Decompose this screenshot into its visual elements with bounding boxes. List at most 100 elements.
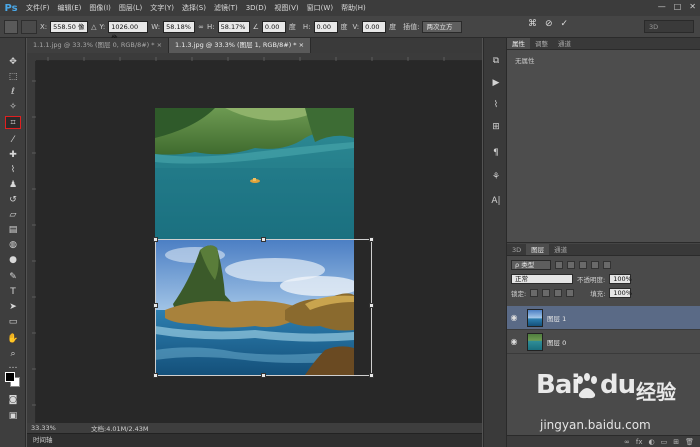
tab-adjustments[interactable]: 调整 — [530, 38, 553, 49]
menu-3d[interactable]: 3D(D) — [242, 4, 271, 12]
eyedropper-tool-icon[interactable]: ⁄ — [5, 134, 21, 147]
pen-tool-icon[interactable]: ✎ — [5, 271, 21, 284]
lake-photo-layer[interactable] — [155, 108, 354, 240]
interpolation-select[interactable]: 两次立方 — [422, 20, 463, 33]
crop-tool-icon[interactable]: ⌗ — [5, 116, 21, 129]
tab-channels-top[interactable]: 通道 — [553, 38, 576, 49]
layer-filter-select[interactable]: ρ 类型 — [511, 260, 551, 270]
marquee-tool-icon[interactable]: ⬚ — [5, 71, 21, 84]
w-input[interactable]: 58.18% — [163, 20, 196, 33]
blend-mode-select[interactable]: 正常 — [511, 274, 573, 284]
layer-row-0[interactable]: ◉ 图层 0 — [507, 330, 700, 354]
eraser-tool-icon[interactable]: ▱ — [5, 209, 21, 222]
filter-adjustment-icon[interactable] — [567, 261, 575, 269]
filter-shape-icon[interactable] — [591, 261, 599, 269]
menu-edit[interactable]: 编辑(E) — [54, 3, 86, 13]
transform-handle-top-center[interactable] — [261, 237, 266, 242]
tool-presets-icon[interactable]: ⊞ — [489, 120, 503, 134]
path-selection-tool-icon[interactable]: ➤ — [5, 301, 21, 314]
close-button[interactable]: ✕ — [689, 2, 696, 11]
lock-all-icon[interactable] — [566, 289, 575, 297]
menu-file[interactable]: 文件(F) — [22, 3, 54, 13]
lock-image-icon[interactable] — [542, 289, 551, 297]
character-panel-icon[interactable]: A| — [489, 194, 503, 208]
angle-input[interactable]: 0.00 — [261, 20, 286, 33]
timeline-panel[interactable]: 时间轴 — [27, 433, 482, 447]
vskew-input[interactable]: 0.00 — [362, 20, 387, 33]
move-tool-icon[interactable]: ✥ — [5, 56, 21, 69]
menu-type[interactable]: 文字(Y) — [146, 3, 178, 13]
hand-tool-icon[interactable]: ✋ — [5, 333, 21, 346]
layer-name[interactable]: 图层 1 — [547, 313, 566, 323]
transform-tool-icon[interactable] — [4, 19, 18, 34]
layer-row-1[interactable]: ◉ 图层 1 — [507, 306, 700, 330]
h-input[interactable]: 58.17% — [217, 20, 250, 33]
tab-properties[interactable]: 属性 — [507, 38, 530, 49]
fill-input[interactable]: 100% — [609, 288, 632, 298]
brush-presets-icon[interactable]: ⌇ — [489, 98, 503, 112]
history-brush-tool-icon[interactable]: ↺ — [5, 194, 21, 207]
horizontal-ruler[interactable] — [36, 53, 482, 61]
tab-document-1[interactable]: 1.1.1.jpg @ 33.3% (图层 0, RGB/8#) * × — [27, 38, 170, 53]
menu-view[interactable]: 视图(V) — [270, 3, 302, 13]
tab-channels[interactable]: 通道 — [549, 244, 572, 255]
hskew-input[interactable]: 0.00 — [313, 20, 338, 33]
menu-select[interactable]: 选择(S) — [178, 3, 210, 13]
vertical-ruler[interactable] — [27, 61, 36, 423]
free-transform-bounding-box[interactable] — [153, 237, 374, 378]
x-input[interactable]: 558.50 像 — [50, 20, 89, 33]
eye-icon[interactable]: ◉ — [507, 313, 521, 322]
tab-document-2[interactable]: 1.1.3.jpg @ 33.3% (图层 1, RGB/8#) * × — [169, 38, 312, 53]
foreground-color-swatch[interactable] — [5, 372, 15, 382]
dodge-tool-icon[interactable]: ● — [5, 254, 21, 267]
gradient-tool-icon[interactable]: ▤ — [5, 224, 21, 237]
zoom-level[interactable]: 33.33% — [27, 424, 79, 432]
workspace-select[interactable]: 3D — [644, 20, 694, 33]
magic-wand-tool-icon[interactable]: ✧ — [5, 101, 21, 114]
menu-image[interactable]: 图像(I) — [85, 3, 115, 13]
y-input[interactable]: 1026.00 像 — [108, 20, 149, 42]
type-tool-icon[interactable]: T — [5, 286, 21, 299]
transform-handle-bottom-center[interactable] — [261, 373, 266, 378]
menu-window[interactable]: 窗口(W) — [303, 3, 337, 13]
link-icon[interactable]: ∞ — [198, 23, 204, 31]
reference-point-icon[interactable] — [21, 19, 37, 34]
clone-source-icon[interactable]: ⚘ — [489, 170, 503, 184]
healing-tool-icon[interactable]: ✚ — [5, 149, 21, 162]
tab-3d[interactable]: 3D — [507, 244, 526, 255]
stamp-tool-icon[interactable]: ♟ — [5, 179, 21, 192]
filter-pixel-icon[interactable] — [555, 261, 563, 269]
warp-icon[interactable]: ⌘ — [528, 19, 537, 29]
fill-label: 填充: — [590, 290, 606, 298]
lasso-tool-icon[interactable]: ℓ — [5, 86, 21, 99]
menu-filter[interactable]: 滤镜(T) — [210, 3, 242, 13]
layer-name[interactable]: 图层 0 — [547, 337, 566, 347]
menu-help[interactable]: 帮助(H) — [337, 3, 370, 13]
actions-panel-icon[interactable]: ▶ — [489, 76, 503, 90]
maximize-button[interactable]: □ — [674, 2, 682, 11]
tab-layers[interactable]: 图层 — [526, 244, 550, 255]
history-panel-icon[interactable]: ⧉ — [489, 54, 503, 68]
blur-tool-icon[interactable]: ◍ — [5, 239, 21, 252]
lock-transparent-icon[interactable] — [530, 289, 539, 297]
cancel-transform-icon[interactable]: ⊘ — [545, 19, 553, 29]
filter-smart-icon[interactable] — [603, 261, 611, 269]
commit-transform-icon[interactable]: ✓ — [561, 19, 569, 29]
transform-handle-top-right[interactable] — [369, 237, 374, 242]
transform-handle-top-left[interactable] — [153, 237, 158, 242]
brush-tool-icon[interactable]: ⌇ — [5, 164, 21, 177]
transform-handle-middle-left[interactable] — [153, 303, 158, 308]
lock-position-icon[interactable] — [554, 289, 563, 297]
transform-handle-bottom-left[interactable] — [153, 373, 158, 378]
opacity-input[interactable]: 100% — [609, 274, 632, 284]
paragraph-panel-icon[interactable]: ¶ — [489, 146, 503, 160]
quick-mask-icon[interactable]: ◙ — [5, 394, 21, 407]
shape-tool-icon[interactable]: ▭ — [5, 316, 21, 329]
transform-handle-middle-right[interactable] — [369, 303, 374, 308]
eye-icon[interactable]: ◉ — [507, 337, 521, 346]
filter-type-icon[interactable] — [579, 261, 587, 269]
menu-layer[interactable]: 图层(L) — [115, 3, 146, 13]
screen-mode-icon[interactable]: ▣ — [5, 410, 21, 423]
minimize-button[interactable]: — — [658, 2, 666, 11]
transform-handle-bottom-right[interactable] — [369, 373, 374, 378]
